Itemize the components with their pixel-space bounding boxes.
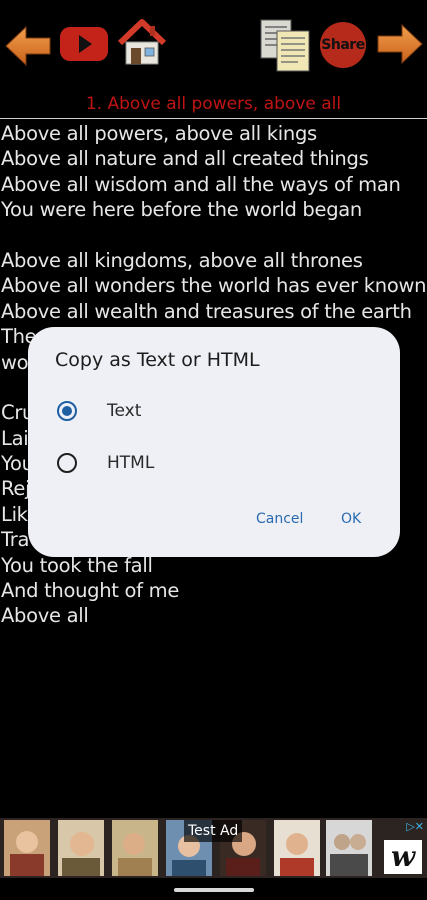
home-icon: [117, 19, 167, 65]
title-divider: [0, 118, 427, 119]
lyric-line: Above all kingdoms, above all thrones: [1, 248, 363, 272]
lyric-gap: [1, 223, 427, 248]
back-button[interactable]: [4, 24, 52, 68]
copy-documents-icon: [260, 19, 310, 72]
left-arrow-icon: [5, 25, 51, 67]
home-button[interactable]: [117, 18, 167, 68]
lyric-line: Above all wealth and treasures of the ea…: [1, 299, 412, 323]
copy-format-dialog: Copy as Text or HTML Text HTML Cancel OK: [28, 327, 400, 557]
lyric-line: You were here before the world began: [1, 198, 362, 222]
video-button[interactable]: [58, 24, 110, 64]
share-label: Share: [321, 37, 365, 53]
option-html[interactable]: HTML: [28, 440, 400, 486]
top-toolbar: Share: [0, 0, 427, 90]
lyric-line: Above all wisdom and all the ways of man: [1, 172, 401, 196]
lyric-line: And thought of me: [1, 579, 180, 603]
lyric-line: Above all: [1, 604, 89, 628]
ad-thumbnail: [326, 820, 372, 876]
option-html-label: HTML: [107, 453, 155, 473]
cancel-button[interactable]: Cancel: [256, 511, 303, 527]
ad-thumbnail: [112, 820, 158, 876]
youtube-play-icon: [60, 27, 108, 61]
option-text-label: Text: [107, 401, 142, 421]
share-button[interactable]: Share: [318, 20, 368, 70]
song-title: 1. Above all powers, above all: [85, 94, 342, 114]
ad-banner[interactable]: Test Ad ▷✕ w: [0, 818, 427, 878]
ok-button[interactable]: OK: [341, 511, 361, 527]
dialog-title: Copy as Text or HTML: [55, 349, 260, 371]
lyric-line: Above all powers, above all kings: [1, 122, 317, 145]
radio-unchecked-icon[interactable]: [57, 453, 77, 473]
share-icon: Share: [320, 22, 366, 68]
ad-label: Test Ad: [184, 820, 243, 842]
system-nav-bar: [0, 878, 427, 900]
lyric-line: Above all nature and all created things: [1, 147, 369, 171]
ad-logo-icon: w: [384, 840, 422, 874]
right-arrow-icon: [377, 23, 423, 65]
ad-thumbnail: [274, 820, 320, 876]
copy-button[interactable]: [258, 17, 312, 73]
lyric-line: Above all wonders the world has ever kno…: [1, 274, 427, 298]
ad-thumbnail: [58, 820, 104, 876]
ad-thumbnail: [4, 820, 50, 876]
gesture-handle[interactable]: [174, 888, 254, 892]
adchoices-icon[interactable]: ▷✕: [400, 820, 424, 834]
next-button[interactable]: [376, 22, 424, 66]
option-text[interactable]: Text: [28, 388, 400, 434]
ad-logo-letter: w: [390, 840, 416, 873]
radio-checked-icon[interactable]: [57, 401, 77, 421]
